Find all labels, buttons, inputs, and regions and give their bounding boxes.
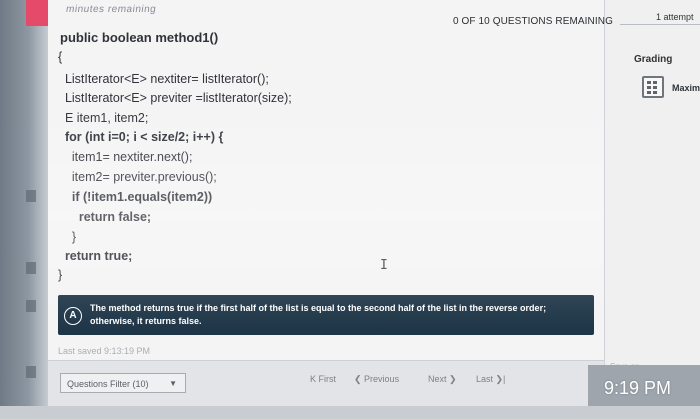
sidebar-marker	[26, 366, 36, 378]
sidebar-marker	[26, 190, 36, 202]
attempt-count: 1 attempt	[656, 12, 694, 22]
code-line: public boolean method1()	[60, 30, 219, 45]
code-line: E item1, item2;	[58, 111, 149, 125]
grading-heading: Grading	[634, 54, 673, 65]
code-line: for (int i=0; i < size/2; i++) {	[58, 130, 224, 144]
previous-label: Previous	[364, 374, 400, 384]
previous-button[interactable]: ❮ Previous	[354, 374, 399, 385]
next-button[interactable]: Next ❯	[428, 374, 457, 385]
clock-time: 9:19 PM	[604, 378, 672, 398]
code-line: ListIterator<E> nextiter= listIterator()…	[58, 72, 269, 86]
first-label: First	[318, 374, 337, 384]
sidebar-marker	[26, 300, 36, 312]
code-line: item1= nextiter.next();	[58, 150, 193, 164]
sidebar-marker	[26, 262, 36, 274]
code-line: if (!item1.equals(item2))	[58, 190, 213, 204]
next-label: Next	[428, 374, 447, 384]
last-label: Last	[476, 374, 494, 384]
questions-remaining: 0 OF 10 QUESTIONS REMAINING	[453, 16, 613, 27]
left-sidebar	[0, 0, 48, 419]
answer-text: The method returns true if the first hal…	[90, 303, 547, 326]
first-button[interactable]: K First	[310, 374, 336, 384]
code-line: item2= previter.previous();	[58, 170, 217, 184]
question-footer: Questions Filter (10) ▼ K First ❮ Previo…	[48, 360, 604, 407]
time-remaining-text: minutes remaining	[65, 4, 157, 15]
max-score-label: Maxim	[672, 83, 700, 93]
chevron-left-icon: ❮	[354, 374, 365, 384]
code-line: }	[58, 230, 77, 244]
code-line: {	[58, 50, 63, 64]
code-line: return true;	[58, 249, 133, 263]
first-icon: K	[310, 374, 319, 384]
close-tab-icon[interactable]	[26, 0, 50, 26]
bottom-bezel	[0, 406, 700, 419]
last-saved-status: Last saved 9:13:19 PM	[58, 346, 151, 356]
questions-filter-dropdown[interactable]: Questions Filter (10) ▼	[60, 373, 186, 393]
questions-filter-label: Questions Filter (10)	[67, 379, 149, 389]
answer-letter-badge: A	[64, 307, 82, 325]
answer-option-a[interactable]: A The method returns true if the first h…	[58, 295, 594, 335]
code-line: ListIterator<E> previter =listIterator(s…	[58, 91, 292, 105]
code-line: }	[58, 268, 63, 282]
text-cursor-icon: I	[380, 258, 388, 273]
screen-frame: minutes remaining 0 OF 10 QUESTIONS REMA…	[0, 0, 700, 419]
code-line: return false;	[58, 210, 152, 224]
calculator-icon[interactable]	[642, 76, 664, 98]
chevron-right-icon: ❯	[446, 374, 457, 384]
last-button[interactable]: Last ❯|	[476, 374, 505, 385]
last-icon: ❯|	[493, 374, 506, 384]
chevron-down-icon: ▼	[169, 379, 177, 388]
